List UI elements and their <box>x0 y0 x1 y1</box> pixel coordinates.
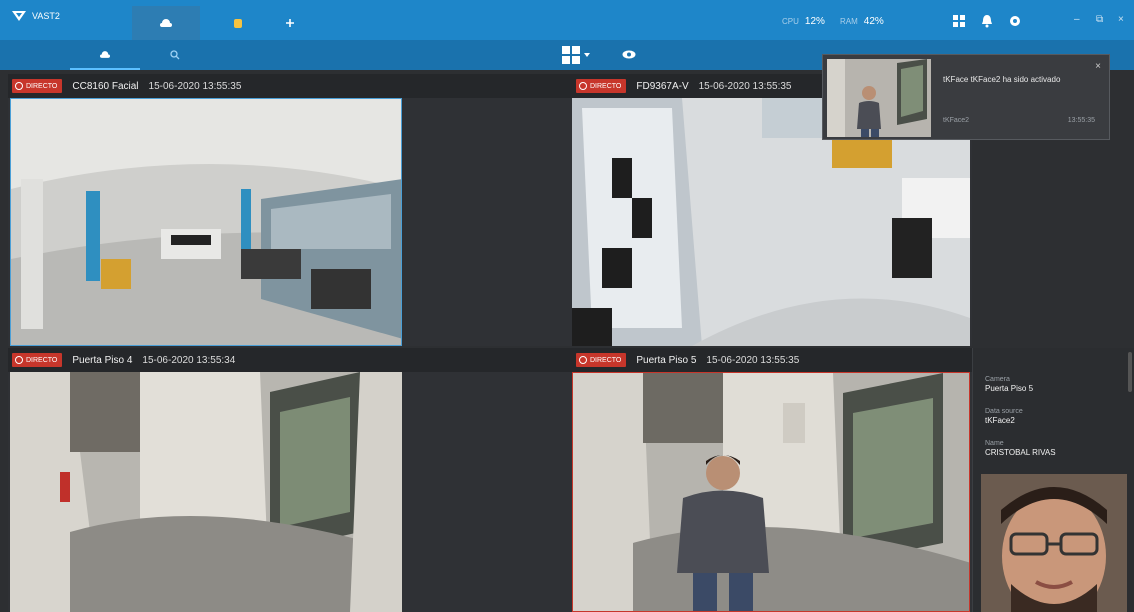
live-badge: DIRECTO <box>576 353 627 367</box>
cpu-label: CPU <box>782 17 799 26</box>
video-feed[interactable] <box>10 372 402 612</box>
restore-button[interactable]: ⧉ <box>1096 14 1103 25</box>
detail-name-value: CRISTOBAL RIVAS <box>985 448 1056 457</box>
detail-database-label: Data source <box>985 408 1023 415</box>
detail-name-label: Name <box>985 440 1004 447</box>
camera-timestamp: 15-06-2020 13:55:35 <box>706 354 800 366</box>
camera-header: DIRECTO Puerta Piso 4 15-06-2020 13:55:3… <box>8 348 572 372</box>
minimize-button[interactable]: – <box>1074 14 1080 25</box>
bell-icon[interactable] <box>980 14 994 28</box>
cloud-icon <box>160 19 172 27</box>
plus-icon <box>286 19 294 27</box>
detail-camera-label: Camera <box>985 376 1010 383</box>
tab-live-view[interactable] <box>132 6 200 40</box>
memory-value: 42% <box>863 16 884 27</box>
memory-usage: RAM 42% <box>840 16 884 27</box>
detail-name: Name CRISTOBAL RIVAS <box>985 440 1056 457</box>
grid-icon[interactable] <box>952 14 966 28</box>
live-badge: DIRECTO <box>12 79 63 93</box>
video-feed[interactable] <box>572 372 970 612</box>
camera-name: Puerta Piso 4 <box>72 354 133 366</box>
layout-selector[interactable] <box>562 46 590 64</box>
vast2-window: VAST2 CPU 12% RAM 42% – ⧉ × DIRECTO CC81… <box>0 0 1134 612</box>
live-badge: DIRECTO <box>12 353 63 367</box>
chevron-down-icon <box>584 53 590 57</box>
camera-header: DIRECTO Puerta Piso 5 15-06-2020 13:55:3… <box>572 348 972 372</box>
gear-icon[interactable] <box>1008 14 1022 28</box>
detail-database: Data source tKFace2 <box>985 408 1023 425</box>
face-snapshot <box>981 474 1127 612</box>
eye-icon[interactable] <box>622 50 636 59</box>
camera-timestamp: 15-06-2020 13:55:35 <box>698 80 792 92</box>
camera-header: DIRECTO CC8160 Facial 15-06-2020 13:55:3… <box>8 74 572 98</box>
alert-time: 13:55:35 <box>1067 117 1095 124</box>
camera-name: CC8160 Facial <box>72 80 139 92</box>
search-icon <box>170 50 180 60</box>
camera-cell-4[interactable]: DIRECTO Puerta Piso 5 15-06-2020 13:55:3… <box>572 348 972 612</box>
close-icon[interactable]: × <box>1095 61 1101 72</box>
camera-name: FD9367A-V <box>636 80 689 92</box>
close-window-button[interactable]: × <box>1118 14 1124 25</box>
detail-camera: Camera Puerta Piso 5 <box>985 376 1033 393</box>
vivotek-logo-icon <box>12 11 26 21</box>
tab-add[interactable] <box>256 6 324 40</box>
camera-timestamp: 15-06-2020 13:55:34 <box>142 354 236 366</box>
alert-notification[interactable]: × tKFace tKFace2 ha sido activado tKFace… <box>822 54 1110 140</box>
camera-cell-1[interactable]: DIRECTO CC8160 Facial 15-06-2020 13:55:3… <box>8 74 572 346</box>
hand-icon <box>234 19 242 28</box>
live-badge: DIRECTO <box>576 79 627 93</box>
camera-name: Puerta Piso 5 <box>636 354 697 366</box>
app-brand[interactable]: VAST2 <box>12 11 60 21</box>
title-bar: VAST2 CPU 12% RAM 42% – ⧉ × <box>0 0 1134 40</box>
camera-cell-3[interactable]: DIRECTO Puerta Piso 4 15-06-2020 13:55:3… <box>8 348 572 612</box>
memory-label: RAM <box>840 17 858 26</box>
tab-live[interactable] <box>70 40 140 70</box>
cpu-usage: CPU 12% <box>782 16 825 27</box>
detail-camera-value: Puerta Piso 5 <box>985 384 1034 393</box>
alert-message: tKFace tKFace2 ha sido activado <box>943 75 1061 84</box>
grid-layout-icon <box>562 46 580 64</box>
tab-search[interactable] <box>140 40 210 70</box>
app-name: VAST2 <box>32 11 60 21</box>
alert-source: tKFace2 <box>943 117 970 124</box>
face-detail-panel: Camera Puerta Piso 5 Data source tKFace2… <box>972 348 1134 612</box>
alert-thumbnail <box>827 59 931 137</box>
cpu-value: 12% <box>804 16 825 27</box>
detail-database-value: tKFace2 <box>985 416 1015 425</box>
scrollbar[interactable] <box>1128 352 1132 392</box>
video-feed[interactable] <box>10 98 402 346</box>
cloud-icon <box>100 50 110 58</box>
camera-timestamp: 15-06-2020 13:55:35 <box>148 80 242 92</box>
